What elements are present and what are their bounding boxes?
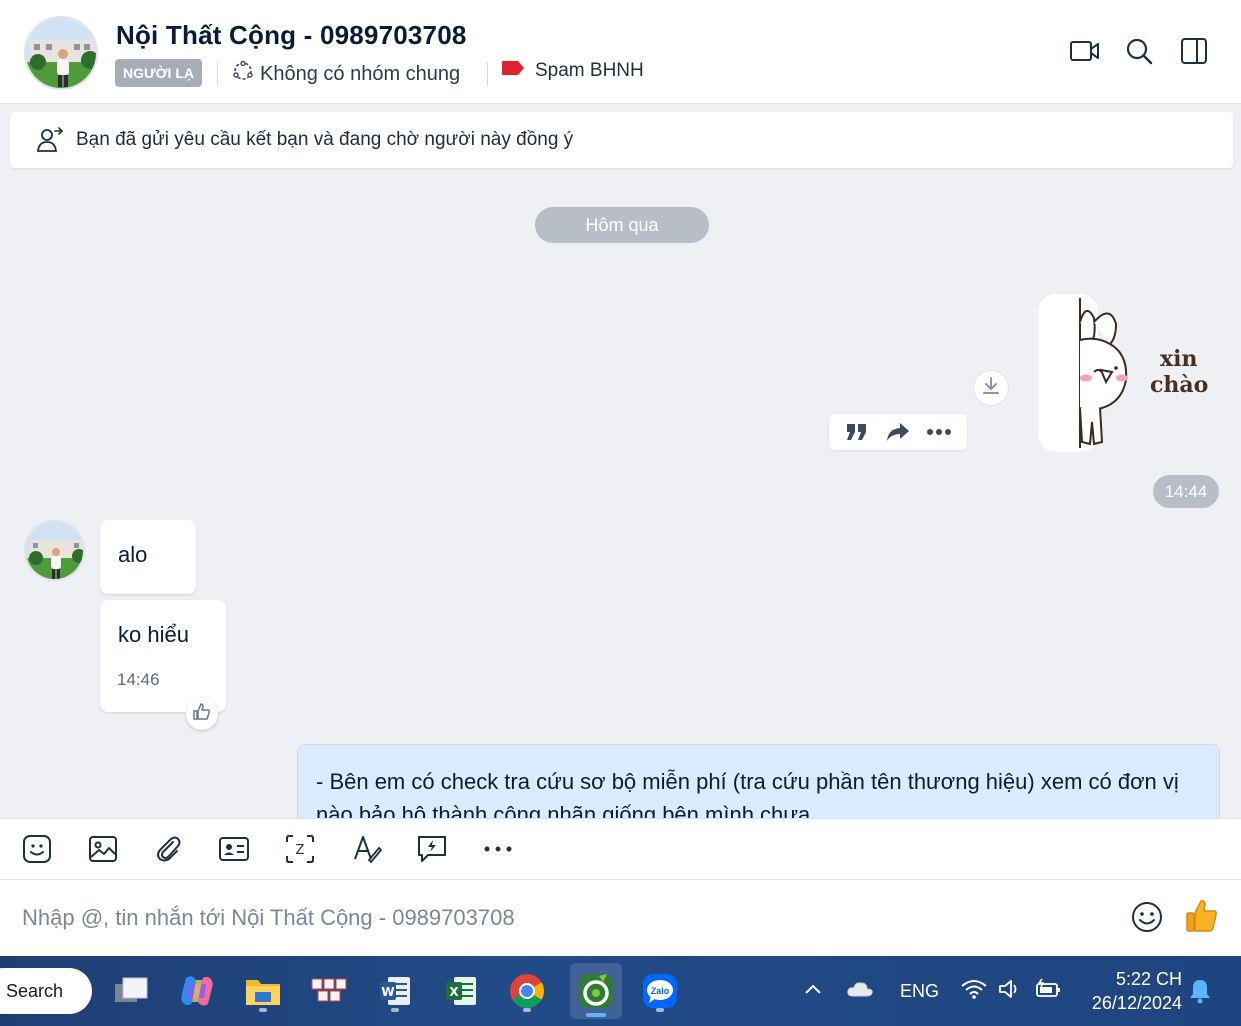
chrome-icon[interactable]: [504, 968, 550, 1014]
group-icon: [232, 60, 254, 88]
wifi-icon[interactable]: [960, 978, 988, 1005]
image-icon[interactable]: [87, 833, 119, 865]
attachment-icon[interactable]: [152, 833, 184, 865]
sticker-message[interactable]: xin chào: [1036, 292, 1221, 454]
contact-avatar[interactable]: [24, 16, 98, 90]
svg-text:Z: Z: [296, 843, 305, 858]
svg-text:X: X: [449, 985, 459, 999]
search-icon[interactable]: [1124, 36, 1154, 66]
coccoc-icon[interactable]: [570, 963, 622, 1019]
volume-icon[interactable]: [997, 978, 1023, 1005]
divider: [217, 62, 218, 86]
friend-request-text: Bạn đã gửi yêu cầu kết bạn và đang chờ n…: [76, 129, 574, 150]
composer-toolbar: Z: [0, 818, 1241, 880]
excel-icon[interactable]: X: [438, 968, 484, 1014]
text-format-icon[interactable]: [351, 833, 383, 865]
divider: [487, 62, 488, 86]
chat-header: Nội Thất Cộng - 0989703708 NGƯỜI LẠ Khôn…: [0, 0, 1241, 104]
sticker-timestamp: 14:44: [1153, 475, 1219, 508]
quote-icon[interactable]: [842, 417, 872, 447]
contact-card-icon[interactable]: [218, 833, 250, 865]
windows-taskbar: Search W X Zalo ENG 5:22 CH 26/12/2024: [0, 956, 1241, 1026]
sender-avatar[interactable]: [24, 520, 85, 581]
running-indicator: [259, 1008, 267, 1012]
contact-label[interactable]: Spam BHNH: [501, 60, 644, 82]
unikey-icon[interactable]: [306, 968, 352, 1014]
incoming-message[interactable]: ko hiểu 14:46: [100, 600, 226, 712]
quick-message-icon[interactable]: [416, 833, 448, 865]
zalo-app-icon[interactable]: Zalo: [637, 968, 683, 1014]
download-button[interactable]: [973, 370, 1009, 406]
common-groups-label: Không có nhóm chung: [260, 62, 461, 85]
clock-date: 26/12/2024: [1091, 993, 1182, 1013]
copilot-icon[interactable]: [174, 968, 220, 1014]
battery-charging-icon[interactable]: [1034, 978, 1062, 1005]
contact-name[interactable]: Nội Thất Cộng - 0989703708: [116, 20, 467, 51]
video-call-icon[interactable]: [1070, 36, 1100, 66]
message-actions: [829, 414, 967, 450]
message-timestamp: 14:46: [117, 670, 160, 689]
sticker-text-line2: chào: [1150, 372, 1209, 398]
label-tag-icon: [501, 60, 525, 82]
sidebar-toggle-icon[interactable]: [1179, 36, 1209, 66]
running-indicator: [523, 1008, 531, 1012]
more-options-icon[interactable]: [924, 417, 954, 447]
search-label: Search: [6, 981, 64, 1001]
emoji-icon[interactable]: [1130, 900, 1164, 934]
task-view-icon[interactable]: [108, 968, 154, 1014]
taskbar-search[interactable]: Search: [0, 968, 92, 1014]
running-indicator: [656, 1008, 664, 1012]
incoming-message[interactable]: alo: [100, 520, 196, 594]
forward-icon[interactable]: [883, 417, 913, 447]
message-input[interactable]: [22, 898, 1102, 938]
message-text: ko hiểu: [118, 622, 189, 647]
file-explorer-icon[interactable]: [240, 968, 286, 1014]
notification-bell-icon[interactable]: [1188, 978, 1212, 1009]
friend-request-banner: Bạn đã gửi yêu cầu kết bạn và đang chờ n…: [10, 112, 1233, 168]
running-indicator: [391, 1008, 399, 1012]
screenshot-icon[interactable]: Z: [284, 833, 316, 865]
onedrive-cloud-icon[interactable]: [846, 980, 874, 1003]
common-groups[interactable]: Không có nhóm chung: [232, 60, 460, 88]
label-name: Spam BHNH: [535, 60, 644, 81]
reaction-button[interactable]: [186, 698, 218, 730]
clock-time: 5:22 CH: [1115, 969, 1182, 989]
svg-text:W: W: [381, 985, 394, 999]
active-indicator: [586, 1013, 606, 1017]
message-text: alo: [118, 542, 148, 567]
thumbs-up-icon: [192, 702, 212, 727]
quick-like-icon[interactable]: [1184, 898, 1220, 934]
input-language[interactable]: ENG: [900, 981, 939, 1002]
zalo-icon-label: Zalo: [650, 986, 670, 996]
word-icon[interactable]: W: [372, 968, 418, 1014]
system-clock[interactable]: 5:22 CH 26/12/2024: [1078, 967, 1182, 1015]
message-composer: [0, 880, 1241, 956]
sticker-icon[interactable]: [21, 833, 53, 865]
more-tools-icon[interactable]: [482, 833, 514, 865]
sticker-text-line1: xin: [1160, 346, 1198, 372]
date-divider: Hôm qua: [535, 207, 709, 243]
show-hidden-icons-chevron-icon[interactable]: [804, 982, 822, 1000]
stranger-tag: NGƯỜI LẠ: [115, 59, 202, 87]
download-icon: [981, 376, 1001, 401]
add-friend-icon: [36, 126, 64, 154]
